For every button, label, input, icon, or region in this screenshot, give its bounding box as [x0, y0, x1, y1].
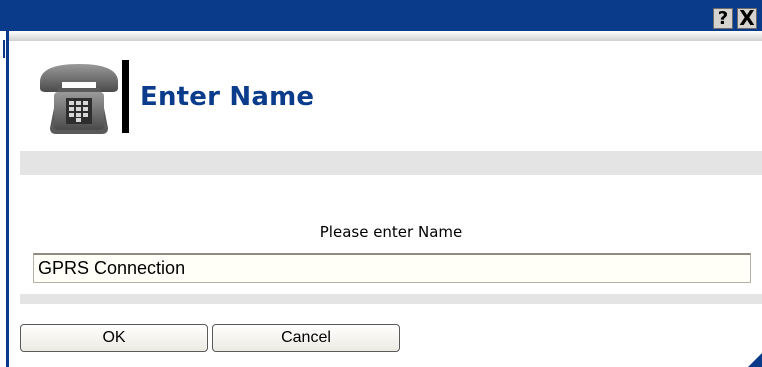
name-prompt-label: Please enter Name: [319, 223, 463, 241]
page-title: Enter Name: [140, 82, 315, 112]
close-button[interactable]: X: [737, 8, 757, 29]
title-bar: ? X: [0, 0, 762, 31]
dialog-top-edge: [9, 31, 762, 41]
cancel-button[interactable]: Cancel: [212, 324, 400, 352]
phone-icon: [38, 58, 120, 136]
name-input[interactable]: [33, 253, 751, 283]
resize-grip[interactable]: [748, 353, 762, 367]
ok-button[interactable]: OK: [20, 324, 208, 352]
help-button[interactable]: ?: [713, 8, 733, 29]
header-divider: [122, 60, 129, 133]
frame-edge-mark: [3, 40, 5, 58]
form-separator: [20, 294, 762, 304]
header-separator: [20, 151, 762, 175]
